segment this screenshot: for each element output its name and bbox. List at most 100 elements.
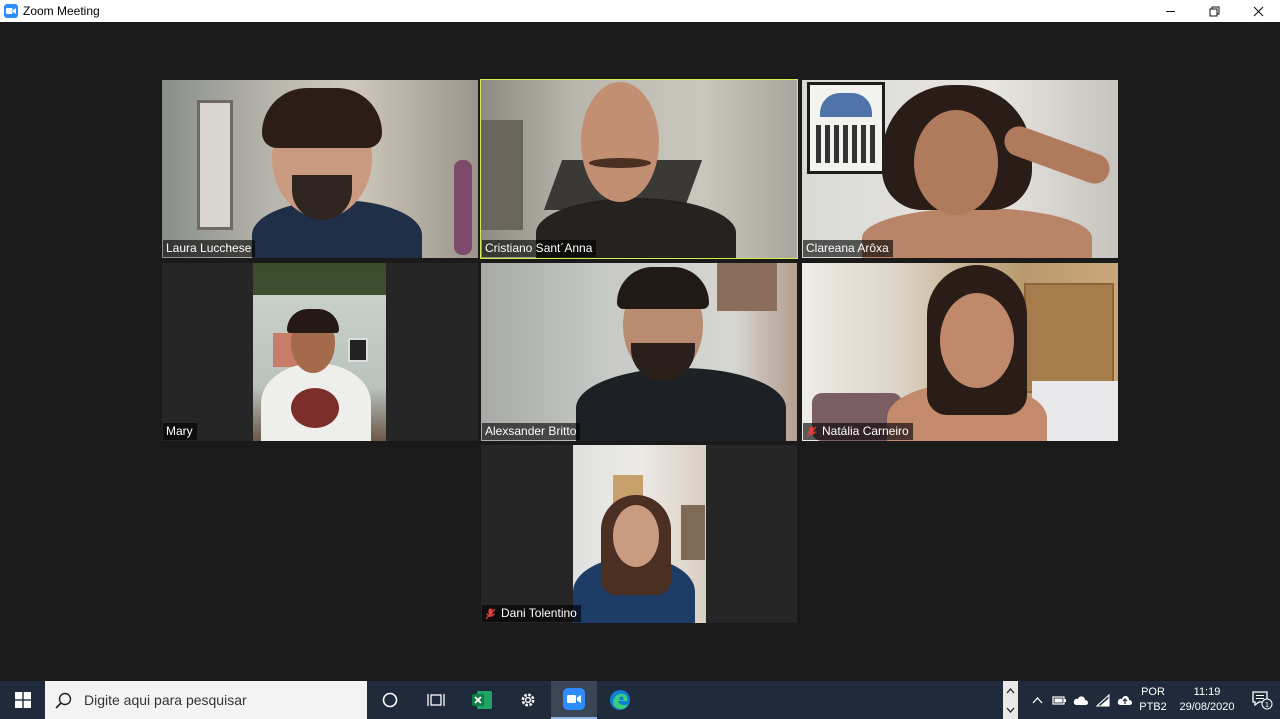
notification-count: 1 [1265, 700, 1269, 709]
participant-nameplate: Clareana Arôxa [803, 240, 893, 257]
edge-taskbar-button[interactable] [597, 681, 643, 719]
search-placeholder: Digite aqui para pesquisar [84, 692, 247, 708]
notification-icon: 1 [1252, 691, 1273, 710]
windows-taskbar: Digite aqui para pesquisar POR PTB2 11:1… [0, 681, 1280, 719]
participant-nameplate: Mary [163, 423, 197, 440]
action-center-button[interactable]: 1 [1244, 681, 1280, 719]
restore-icon [1209, 6, 1219, 16]
onedrive-upload-icon [1117, 695, 1132, 705]
language-code: POR [1141, 686, 1165, 698]
close-button[interactable] [1236, 0, 1280, 22]
person-body [862, 208, 1092, 258]
person-head [613, 505, 659, 567]
person-head [581, 82, 659, 202]
participant-tile-cristiano-santanna[interactable]: Cristiano Sant´Anna [480, 79, 798, 259]
window-titlebar: Zoom Meeting [0, 0, 1280, 22]
participant-nameplate: Natália Carneiro [803, 423, 913, 440]
cortana-button[interactable] [367, 681, 413, 719]
zoom-app-icon [563, 688, 585, 710]
participant-name: Laura Lucchese [166, 241, 252, 255]
video-feed [802, 80, 1118, 258]
zoom-taskbar-button[interactable] [551, 681, 597, 719]
picture-background [348, 338, 368, 362]
start-button[interactable] [0, 681, 45, 719]
windows-logo-icon [14, 692, 31, 708]
shelf-background [481, 120, 523, 230]
onedrive-button[interactable] [1114, 681, 1136, 719]
edge-browser-icon [610, 690, 630, 710]
network-button[interactable] [1092, 681, 1114, 719]
tray-cloud-button[interactable] [1070, 681, 1092, 719]
muted-microphone-icon [485, 608, 496, 619]
participant-tile-laura-lucchese[interactable]: Laura Lucchese [162, 80, 478, 258]
participant-tile-clareana-aroxa[interactable]: Clareana Arôxa [802, 80, 1118, 258]
person-body [576, 368, 786, 441]
video-feed [253, 263, 386, 441]
participant-tile-natalia-carneiro[interactable]: Natália Carneiro [802, 263, 1118, 441]
participant-name: Natália Carneiro [822, 424, 909, 438]
settings-taskbar-button[interactable] [505, 681, 551, 719]
tray-app-button[interactable] [1048, 681, 1070, 719]
chevron-up-icon [1032, 696, 1042, 703]
shirt-print [291, 388, 339, 428]
excel-icon [472, 691, 492, 709]
participant-nameplate: Cristiano Sant´Anna [482, 240, 597, 257]
window-background [717, 263, 777, 311]
chevron-down-icon [1006, 707, 1015, 713]
person-head [914, 110, 998, 215]
participant-name: Alexsander Britto [485, 424, 577, 438]
keyboard-layout: PTB2 [1139, 701, 1167, 713]
taskbar-search-box[interactable]: Digite aqui para pesquisar [45, 681, 367, 719]
person-hair [262, 88, 382, 148]
input-language-indicator[interactable]: POR PTB2 [1136, 685, 1170, 715]
show-hidden-icons-button[interactable] [1026, 681, 1048, 719]
participant-name: Clareana Arôxa [806, 241, 889, 255]
task-view-icon [427, 694, 445, 706]
participant-name: Cristiano Sant´Anna [485, 241, 593, 255]
window-title: Zoom Meeting [23, 4, 100, 18]
meeting-gallery: Laura Lucchese Cristiano Sant´Anna Clare… [0, 22, 1280, 681]
video-feed [481, 80, 797, 258]
cloud-sync-icon [1073, 695, 1088, 705]
video-feed [802, 263, 1118, 441]
minimize-button[interactable] [1148, 0, 1192, 22]
excel-taskbar-button[interactable] [459, 681, 505, 719]
person-hair [617, 267, 709, 309]
person-mustache [589, 158, 651, 168]
door-background [197, 100, 233, 230]
wifi-icon [1096, 693, 1110, 707]
taskbar-clock[interactable]: 11:19 29/08/2020 [1170, 685, 1244, 715]
video-feed [481, 263, 797, 441]
clock-date: 29/08/2020 [1179, 701, 1235, 713]
muted-microphone-icon [806, 426, 817, 437]
decor-figure [454, 160, 472, 255]
participant-tile-mary[interactable]: Mary [162, 263, 478, 441]
cortana-circle-icon [382, 692, 398, 708]
person-head [940, 293, 1014, 388]
zoom-camera-icon [4, 4, 18, 18]
taskbar-scroll-control[interactable] [1003, 681, 1018, 719]
video-feed [573, 445, 706, 623]
participant-tile-alexsander-britto[interactable]: Alexsander Britto [481, 263, 797, 441]
decor-background [681, 505, 705, 560]
framed-artwork [807, 82, 885, 174]
participant-tile-dani-tolentino[interactable]: Dani Tolentino [481, 445, 797, 623]
close-icon [1253, 6, 1263, 16]
clock-time: 11:19 [1193, 686, 1221, 698]
participant-nameplate: Alexsander Britto [482, 423, 581, 440]
person-hair [287, 309, 339, 333]
settings-gear-icon [521, 693, 535, 707]
participant-nameplate: Laura Lucchese [163, 240, 256, 257]
search-icon [55, 692, 72, 709]
wardrobe-background [1024, 283, 1114, 393]
video-feed [162, 80, 478, 258]
battery-icon [1051, 696, 1066, 705]
participant-nameplate: Dani Tolentino [482, 605, 581, 622]
minimize-icon [1165, 10, 1175, 12]
chevron-up-icon [1006, 687, 1015, 693]
participant-name: Dani Tolentino [501, 606, 577, 620]
system-tray: POR PTB2 11:19 29/08/2020 1 [1026, 681, 1280, 719]
restore-button[interactable] [1192, 0, 1236, 22]
task-view-button[interactable] [413, 681, 459, 719]
participant-name: Mary [166, 424, 193, 438]
